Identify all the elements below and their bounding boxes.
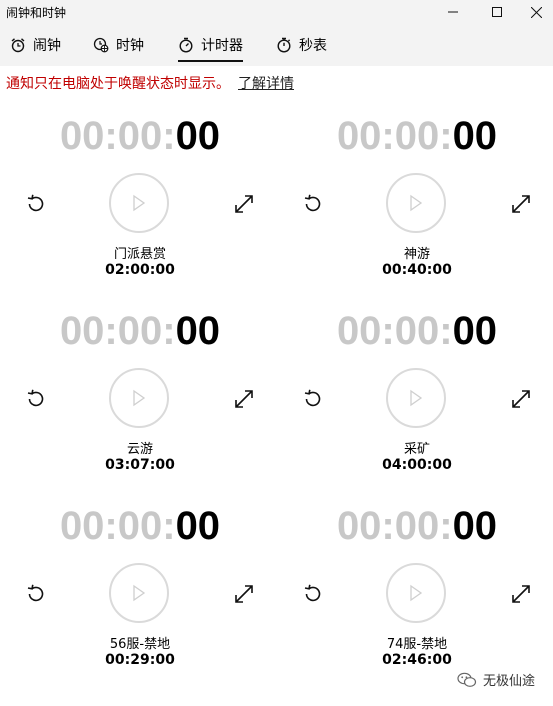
timer-countdown: 00:00:00 [59, 309, 221, 353]
reset-icon[interactable] [301, 387, 325, 411]
play-icon [410, 389, 423, 407]
play-button[interactable] [386, 563, 446, 623]
timer-countdown: 00:00:00 [59, 114, 221, 158]
play-button[interactable] [109, 173, 169, 233]
play-icon [133, 389, 146, 407]
tab-timer-label: 计时器 [201, 38, 243, 54]
timer-countdown: 00:00:00 [336, 114, 498, 158]
play-button[interactable] [386, 173, 446, 233]
tab-stopwatch-label: 秒表 [299, 38, 327, 54]
notice-text: 通知只在电脑处于唤醒状态时显示。 [6, 76, 230, 92]
timer-name: 神游 [403, 247, 430, 262]
watermark-text: 无极仙途 [483, 674, 536, 689]
reset-icon[interactable] [301, 582, 325, 606]
reset-icon[interactable] [24, 387, 48, 411]
timer-duration: 02:46:00 [382, 652, 452, 668]
stopwatch-icon [277, 37, 291, 53]
timer-card: 00:00:00 采矿 04:00:00 [277, 303, 553, 499]
alarm-icon [11, 38, 25, 53]
timer-name: 云游 [126, 442, 153, 457]
play-button[interactable] [109, 563, 169, 623]
timer-duration: 00:40:00 [382, 262, 452, 278]
learn-more-link[interactable]: 了解详情 [238, 76, 294, 92]
tab-alarm[interactable]: 闹钟 [10, 24, 61, 66]
timer-name: 56服-禁地 [109, 637, 171, 652]
maximize-button[interactable] [477, 0, 517, 24]
timer-card: 00:00:00 56服-禁地 00:29:00 [0, 498, 276, 694]
timer-duration: 04:00:00 [382, 457, 452, 473]
title-bar: 闹钟和时钟 [0, 0, 553, 24]
timer-name: 采矿 [403, 442, 430, 457]
expand-icon[interactable] [509, 582, 533, 606]
window-title: 闹钟和时钟 [6, 6, 67, 20]
timer-card: 00:00:00 74服-禁地 02:46:00 [277, 498, 553, 694]
play-icon [133, 194, 146, 212]
timer-card: 00:00:00 云游 03:07:00 [0, 303, 276, 499]
tab-world-clock-label: 时钟 [116, 38, 144, 54]
world-clock-icon [93, 37, 109, 53]
timer-duration: 00:29:00 [105, 652, 175, 668]
nav-tabs: 闹钟 时钟 计时器 秒表 [0, 24, 553, 66]
play-icon [410, 194, 423, 212]
expand-icon[interactable] [232, 582, 256, 606]
tab-world-clock[interactable]: 时钟 [93, 24, 144, 66]
watermark: 无极仙途 [457, 670, 535, 689]
expand-icon[interactable] [232, 387, 256, 411]
tab-timer[interactable]: 计时器 [178, 24, 243, 66]
timer-duration: 02:00:00 [105, 262, 175, 278]
timer-card: 00:00:00 神游 00:40:00 [277, 108, 553, 304]
play-button[interactable] [386, 368, 446, 428]
play-icon [133, 584, 146, 602]
play-button[interactable] [109, 368, 169, 428]
timer-duration: 03:07:00 [105, 457, 175, 473]
wechat-icon [457, 672, 477, 687]
timer-name: 门派悬赏 [113, 247, 166, 262]
timer-card: 00:00:00 门派悬赏 02:00:00 [0, 108, 276, 304]
timer-countdown: 00:00:00 [336, 504, 498, 548]
timer-countdown: 00:00:00 [336, 309, 498, 353]
expand-icon[interactable] [509, 192, 533, 216]
reset-icon[interactable] [24, 192, 48, 216]
expand-icon[interactable] [509, 387, 533, 411]
minimize-icon [448, 11, 458, 13]
close-button[interactable] [516, 0, 553, 24]
minimize-button[interactable] [433, 0, 473, 24]
reset-icon[interactable] [301, 192, 325, 216]
tab-alarm-label: 闹钟 [33, 38, 61, 54]
timer-name: 74服-禁地 [386, 637, 448, 652]
maximize-icon [492, 7, 502, 17]
play-icon [410, 584, 423, 602]
expand-icon[interactable] [232, 192, 256, 216]
timer-countdown: 00:00:00 [59, 504, 221, 548]
tab-stopwatch[interactable]: 秒表 [276, 24, 327, 66]
notification-notice: 通知只在电脑处于唤醒状态时显示。 了解详情 [6, 73, 294, 93]
timer-icon [179, 37, 193, 53]
reset-icon[interactable] [24, 582, 48, 606]
close-icon [530, 6, 542, 18]
